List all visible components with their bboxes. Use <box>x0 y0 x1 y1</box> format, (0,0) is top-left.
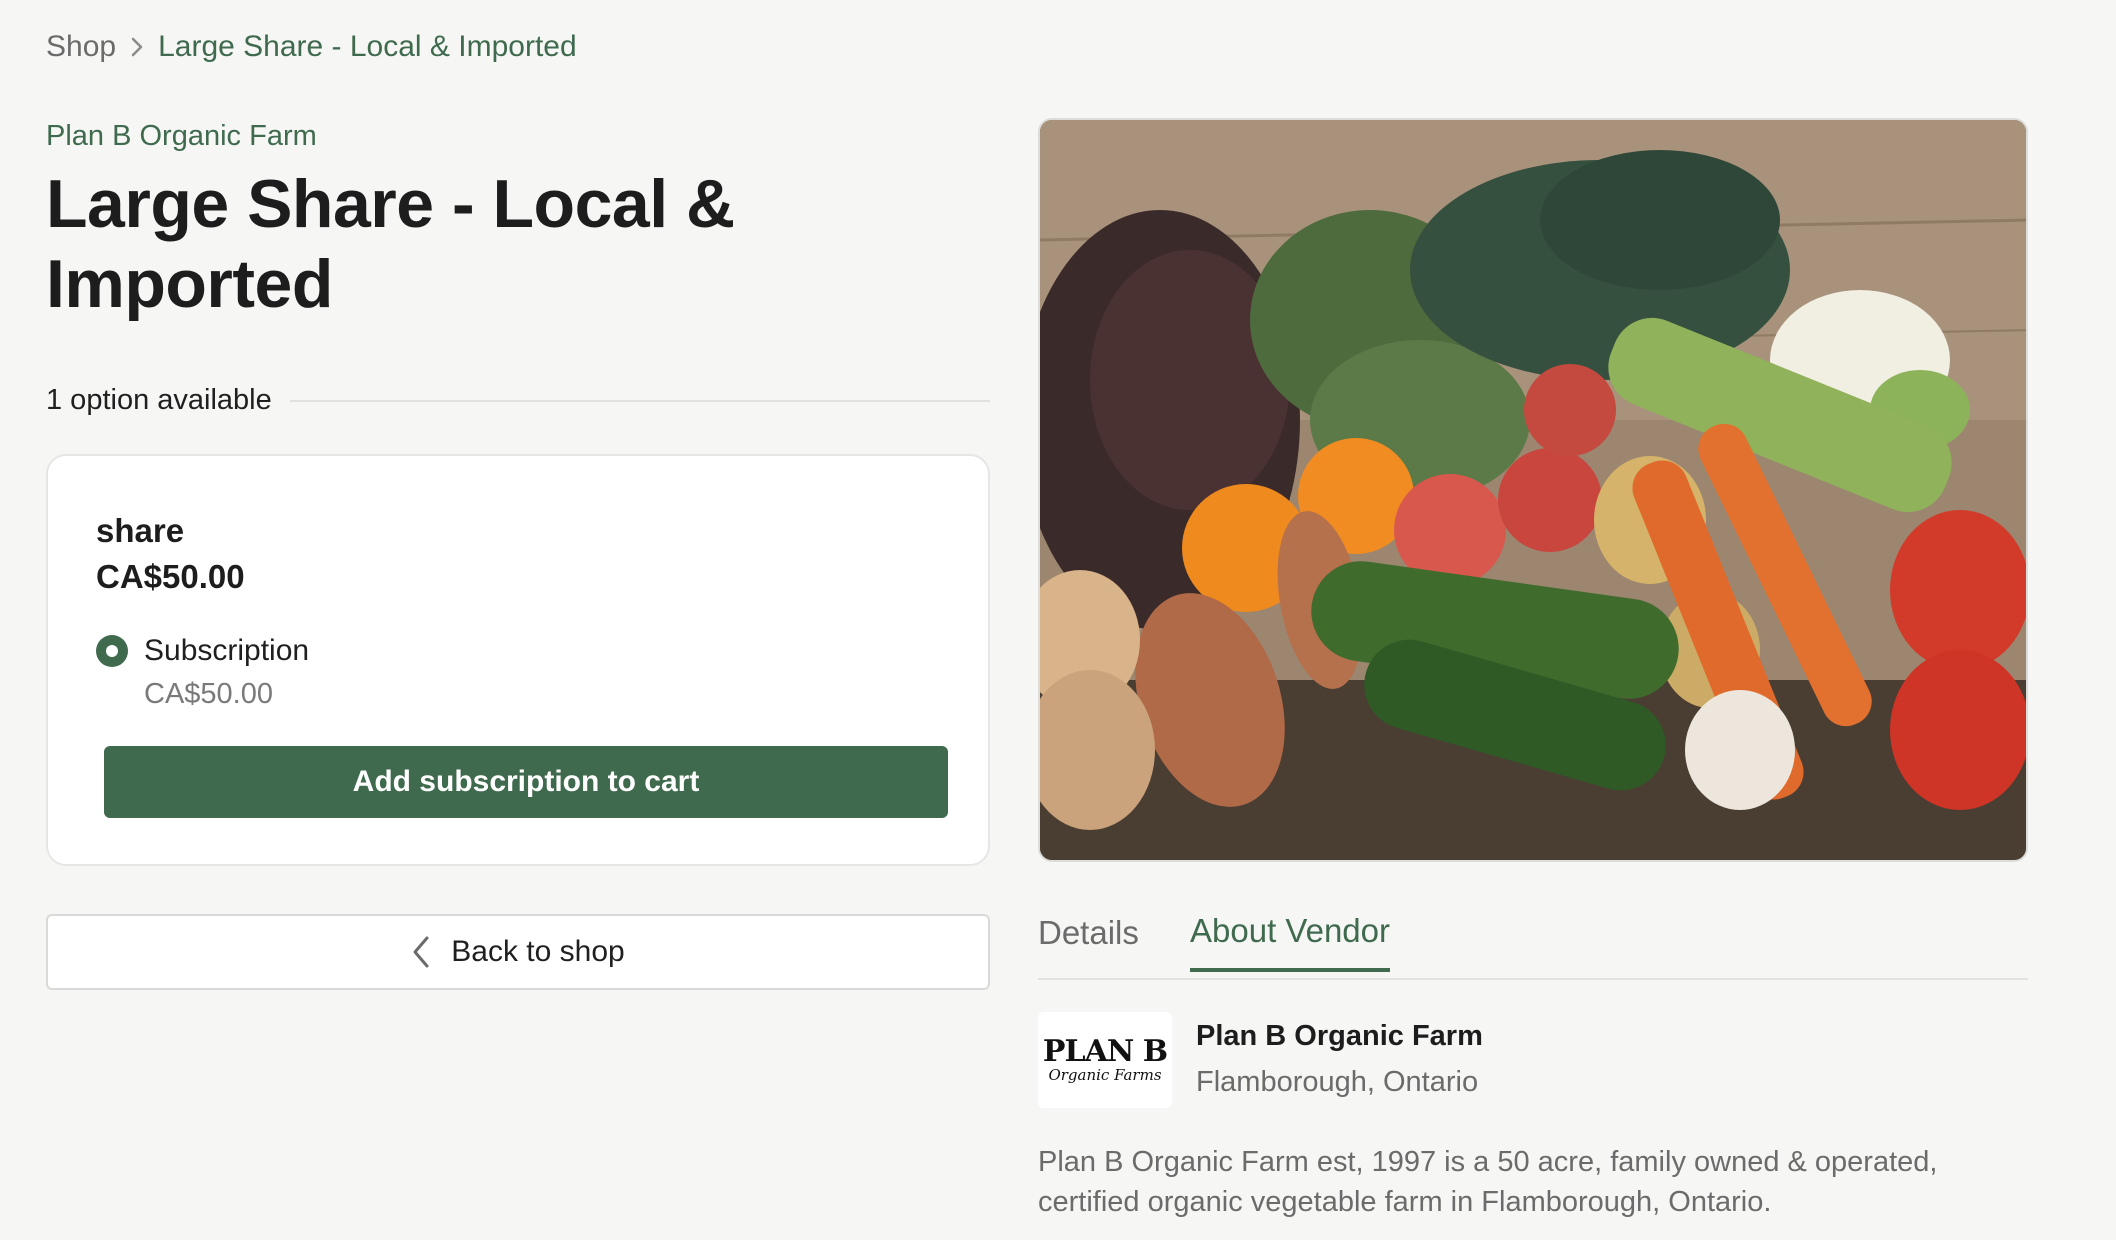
vendor-logo: PLAN B Organic Farms <box>1038 1012 1172 1108</box>
chevron-left-icon <box>411 935 431 969</box>
tabs: Details About Vendor <box>1038 900 2028 980</box>
option-name: share <box>96 512 185 549</box>
logo-sub-text: Organic Farms <box>1048 1066 1162 1084</box>
options-count-label: 1 option available <box>46 384 272 416</box>
tab-details[interactable]: Details <box>1038 914 1139 952</box>
vendor-location: Flamborough, Ontario <box>1196 1066 1479 1098</box>
vendor-name: Plan B Organic Farm <box>1196 1020 1483 1052</box>
vendor-description: Plan B Organic Farm est, 1997 is a 50 ac… <box>1038 1146 1938 1218</box>
radio-button[interactable] <box>96 635 128 667</box>
subscription-radio-option[interactable]: Subscription <box>96 634 309 668</box>
tab-about-vendor[interactable]: About Vendor <box>1190 912 1390 972</box>
breadcrumb-current[interactable]: Large Share - Local & Imported <box>158 30 577 64</box>
breadcrumb: Shop Large Share - Local & Imported <box>46 30 577 64</box>
back-to-shop-label: Back to shop <box>451 935 625 968</box>
radio-label: Subscription <box>144 634 310 667</box>
option-card: share CA$50.00 Subscription CA$50.00 Add… <box>46 454 990 866</box>
breadcrumb-shop-link[interactable]: Shop <box>46 30 116 64</box>
logo-main-text: PLAN B <box>1042 1034 1168 1069</box>
vendor-link[interactable]: Plan B Organic Farm <box>46 120 317 153</box>
options-header: 1 option available <box>46 384 990 417</box>
option-price: CA$50.00 <box>96 558 245 595</box>
divider <box>289 399 990 402</box>
chevron-right-icon <box>130 36 144 58</box>
add-to-cart-button[interactable]: Add subscription to cart <box>104 746 948 818</box>
subscription-price: CA$50.00 <box>144 678 273 710</box>
back-to-shop-button[interactable]: Back to shop <box>46 914 990 990</box>
product-image <box>1038 118 2028 862</box>
page-title: Large Share - Local & Imported <box>46 166 735 322</box>
